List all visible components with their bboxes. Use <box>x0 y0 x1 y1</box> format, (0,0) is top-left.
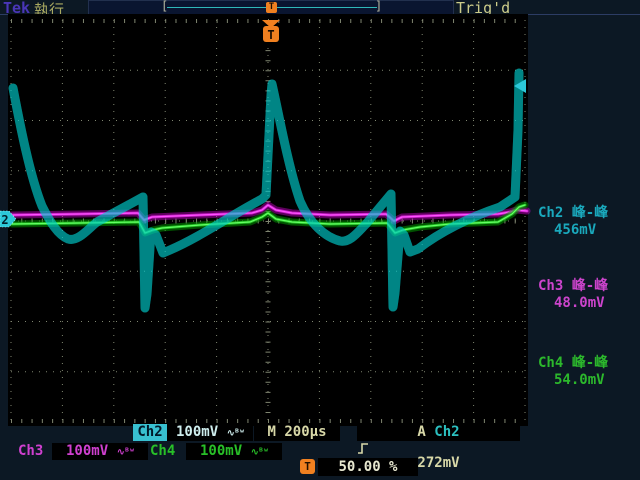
graticule-and-traces: T 2 <box>0 0 640 480</box>
ch4-label: Ch4 <box>150 443 175 459</box>
ch3-scale-readout: 100mV ∿ᴮʷ <box>52 443 148 460</box>
meas-ch2-channel: Ch2 <box>538 205 563 221</box>
ch3-label: Ch3 <box>18 443 43 459</box>
timebase-prefix: M <box>267 424 275 440</box>
meas-ch3-label: 峰-峰 <box>572 278 608 294</box>
ch4-scale-value: 100mV <box>200 443 242 459</box>
meas-ch4-value: 54.0mV <box>538 372 640 389</box>
meas-ch3-channel: Ch3 <box>538 278 563 294</box>
trigger-readout: A Ch2 272mV <box>357 424 520 441</box>
measurement-ch3-pkpk: Ch3 峰-峰 48.0mV <box>538 278 640 312</box>
oscilloscope-screen: { "header": { "brand": "Tek", "acq_statu… <box>0 0 640 480</box>
timebase-value: 200µs <box>284 424 326 440</box>
meas-ch4-label: 峰-峰 <box>572 355 608 371</box>
timebase-readout: M 200µs <box>254 424 340 441</box>
measurement-ch2-pkpk: Ch2 峰-峰 456mV <box>538 205 640 239</box>
meas-ch3-value: 48.0mV <box>538 295 640 312</box>
trigger-level-value: 272mV <box>417 455 459 471</box>
ch3-scale-value: 100mV <box>66 443 108 459</box>
rising-edge-icon <box>357 441 369 455</box>
svg-text:T: T <box>267 28 274 42</box>
horizontal-trigger-position-icon: T <box>300 459 315 474</box>
trigger-mode: A <box>417 424 425 440</box>
meas-ch4-channel: Ch4 <box>538 355 563 371</box>
ch4-coupling-bandwidth-icon: ∿ᴮʷ <box>251 447 268 458</box>
meas-ch2-value: 456mV <box>538 222 640 239</box>
svg-text:2: 2 <box>1 213 8 227</box>
ch2-scale-value: 100mV <box>176 424 218 440</box>
ch2-badge: Ch2 <box>133 424 167 441</box>
measurement-ch4-pkpk: Ch4 峰-峰 54.0mV <box>538 355 640 389</box>
ch3-coupling-bandwidth-icon: ∿ᴮʷ <box>117 447 134 458</box>
trace-ch2 <box>13 73 519 308</box>
ch4-scale-readout: 100mV ∿ᴮʷ <box>186 443 282 460</box>
meas-ch2-label: 峰-峰 <box>572 205 608 221</box>
trigger-position-marker: T <box>262 20 280 42</box>
trigger-source: Ch2 <box>434 424 459 440</box>
ch2-scale-readout: 100mV ∿ᴮʷ <box>167 424 253 441</box>
ch2-coupling-bandwidth-icon: ∿ᴮʷ <box>227 428 244 439</box>
horizontal-position-readout: 50.00 % <box>318 458 418 476</box>
